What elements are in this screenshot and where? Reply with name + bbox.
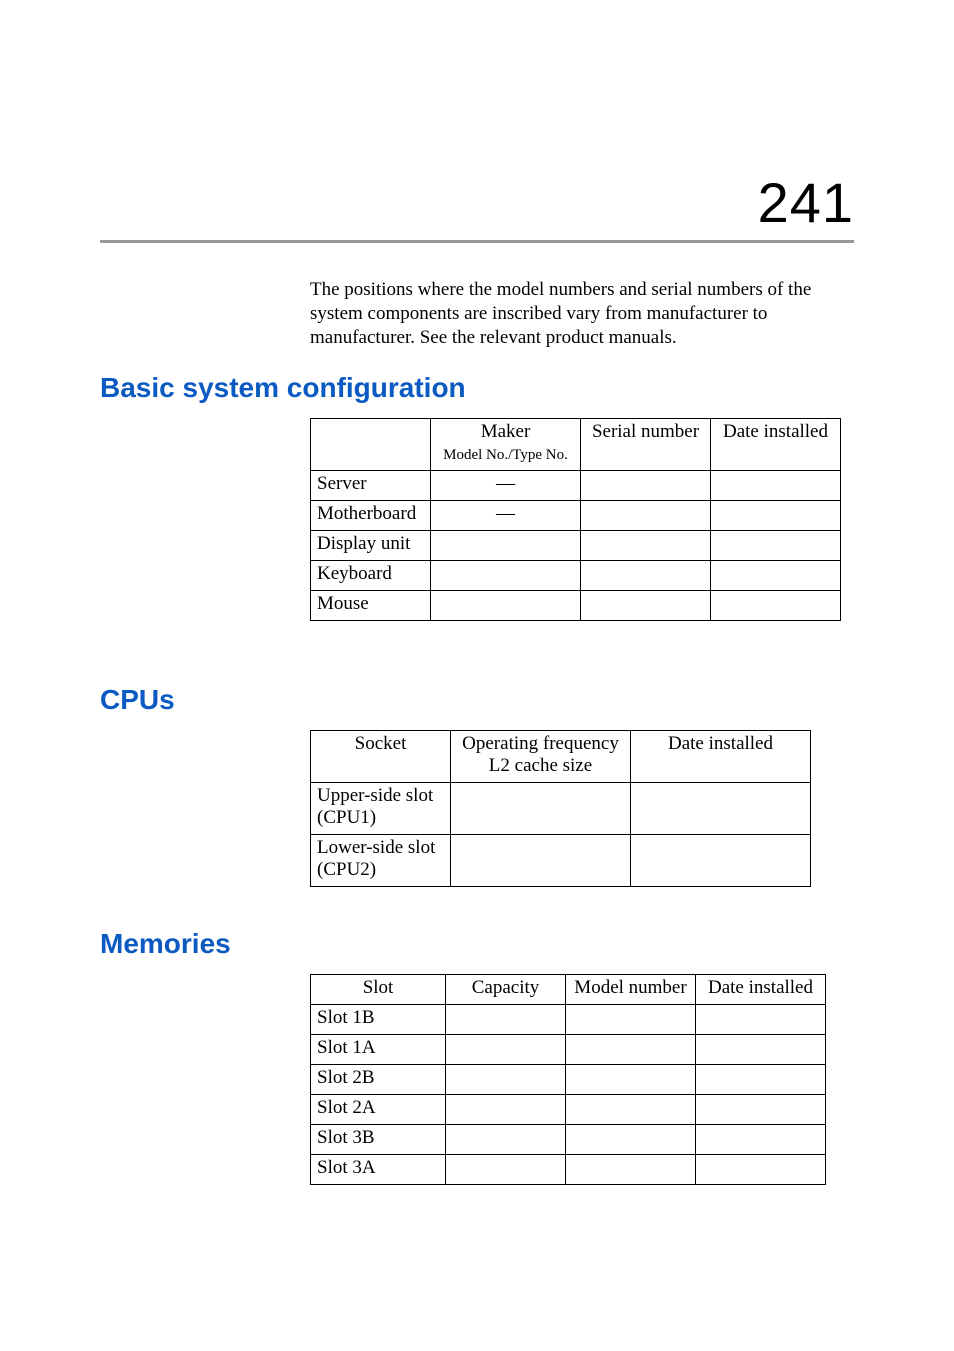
row-model bbox=[566, 1005, 696, 1035]
page-number: 241 bbox=[758, 170, 854, 235]
row-label: Motherboard bbox=[311, 501, 431, 531]
table-row: Mouse bbox=[311, 591, 841, 621]
row-label: Slot 1B bbox=[311, 1005, 446, 1035]
table-row: Server — bbox=[311, 471, 841, 501]
table-header-row: Maker Model No./Type No. Serial number D… bbox=[311, 419, 841, 471]
row-label: Server bbox=[311, 471, 431, 501]
header-freq-line1: Operating frequency bbox=[462, 733, 619, 754]
section-title-basic: Basic system configuration bbox=[100, 372, 466, 404]
row-date bbox=[696, 1065, 826, 1095]
table-row: Slot 2A bbox=[311, 1095, 826, 1125]
row-label: Slot 3B bbox=[311, 1125, 446, 1155]
row-label: Lower-side slot (CPU2) bbox=[311, 835, 451, 887]
row-model bbox=[566, 1125, 696, 1155]
row-label-line1: Upper-side slot bbox=[317, 785, 433, 806]
header-maker-line1: Maker bbox=[481, 421, 531, 442]
row-label: Upper-side slot (CPU1) bbox=[311, 783, 451, 835]
row-date bbox=[696, 1035, 826, 1065]
table-row: Slot 1A bbox=[311, 1035, 826, 1065]
header-date: Date installed bbox=[696, 975, 826, 1005]
row-date bbox=[696, 1125, 826, 1155]
row-model bbox=[566, 1095, 696, 1125]
page: 241 The positions where the model number… bbox=[0, 0, 954, 1351]
row-label-line2: (CPU1) bbox=[317, 807, 376, 828]
row-capacity bbox=[446, 1065, 566, 1095]
row-serial bbox=[581, 591, 711, 621]
row-model bbox=[566, 1155, 696, 1185]
row-freq bbox=[451, 783, 631, 835]
table-row: Slot 3B bbox=[311, 1125, 826, 1155]
row-maker bbox=[431, 561, 581, 591]
row-label: Slot 1A bbox=[311, 1035, 446, 1065]
row-capacity bbox=[446, 1005, 566, 1035]
header-maker: Maker Model No./Type No. bbox=[431, 419, 581, 471]
section-title-cpus: CPUs bbox=[100, 684, 175, 716]
row-date bbox=[711, 561, 841, 591]
row-serial bbox=[581, 471, 711, 501]
table-row: Lower-side slot (CPU2) bbox=[311, 835, 811, 887]
table-row: Keyboard bbox=[311, 561, 841, 591]
row-label: Display unit bbox=[311, 531, 431, 561]
row-date bbox=[711, 591, 841, 621]
row-date bbox=[711, 471, 841, 501]
row-label: Slot 2A bbox=[311, 1095, 446, 1125]
table-row: Motherboard — bbox=[311, 501, 841, 531]
header-empty bbox=[311, 419, 431, 471]
row-model bbox=[566, 1065, 696, 1095]
row-maker bbox=[431, 591, 581, 621]
table-row: Slot 1B bbox=[311, 1005, 826, 1035]
header-serial: Serial number bbox=[581, 419, 711, 471]
row-freq bbox=[451, 835, 631, 887]
table-row: Display unit bbox=[311, 531, 841, 561]
row-label: Slot 3A bbox=[311, 1155, 446, 1185]
row-label: Mouse bbox=[311, 591, 431, 621]
row-date bbox=[696, 1155, 826, 1185]
row-capacity bbox=[446, 1125, 566, 1155]
header-rule bbox=[100, 240, 854, 243]
row-maker: — bbox=[431, 471, 581, 501]
row-capacity bbox=[446, 1035, 566, 1065]
table-row: Upper-side slot (CPU1) bbox=[311, 783, 811, 835]
row-date bbox=[711, 501, 841, 531]
row-date bbox=[711, 531, 841, 561]
intro-paragraph: The positions where the model numbers an… bbox=[310, 278, 854, 349]
header-capacity: Capacity bbox=[446, 975, 566, 1005]
row-label: Keyboard bbox=[311, 561, 431, 591]
row-serial bbox=[581, 531, 711, 561]
row-model bbox=[566, 1035, 696, 1065]
row-label-line2: (CPU2) bbox=[317, 859, 376, 880]
row-label-line1: Lower-side slot bbox=[317, 837, 435, 858]
header-date: Date installed bbox=[711, 419, 841, 471]
table-row: Slot 2B bbox=[311, 1065, 826, 1095]
header-socket: Socket bbox=[311, 731, 451, 783]
row-maker bbox=[431, 531, 581, 561]
row-date bbox=[631, 835, 811, 887]
row-label: Slot 2B bbox=[311, 1065, 446, 1095]
row-date bbox=[631, 783, 811, 835]
row-capacity bbox=[446, 1155, 566, 1185]
row-maker: — bbox=[431, 501, 581, 531]
row-serial bbox=[581, 501, 711, 531]
row-date bbox=[696, 1005, 826, 1035]
header-model: Model number bbox=[566, 975, 696, 1005]
table-row: Slot 3A bbox=[311, 1155, 826, 1185]
header-freq: Operating frequency L2 cache size bbox=[451, 731, 631, 783]
row-serial bbox=[581, 561, 711, 591]
row-date bbox=[696, 1095, 826, 1125]
table-cpus: Socket Operating frequency L2 cache size… bbox=[310, 730, 811, 887]
header-freq-line2: L2 cache size bbox=[489, 755, 592, 776]
section-title-memories: Memories bbox=[100, 928, 231, 960]
header-date: Date installed bbox=[631, 731, 811, 783]
table-basic-system: Maker Model No./Type No. Serial number D… bbox=[310, 418, 841, 621]
header-slot: Slot bbox=[311, 975, 446, 1005]
table-header-row: Socket Operating frequency L2 cache size… bbox=[311, 731, 811, 783]
row-capacity bbox=[446, 1095, 566, 1125]
table-header-row: Slot Capacity Model number Date installe… bbox=[311, 975, 826, 1005]
header-maker-line2: Model No./Type No. bbox=[443, 447, 568, 463]
table-memories: Slot Capacity Model number Date installe… bbox=[310, 974, 826, 1185]
